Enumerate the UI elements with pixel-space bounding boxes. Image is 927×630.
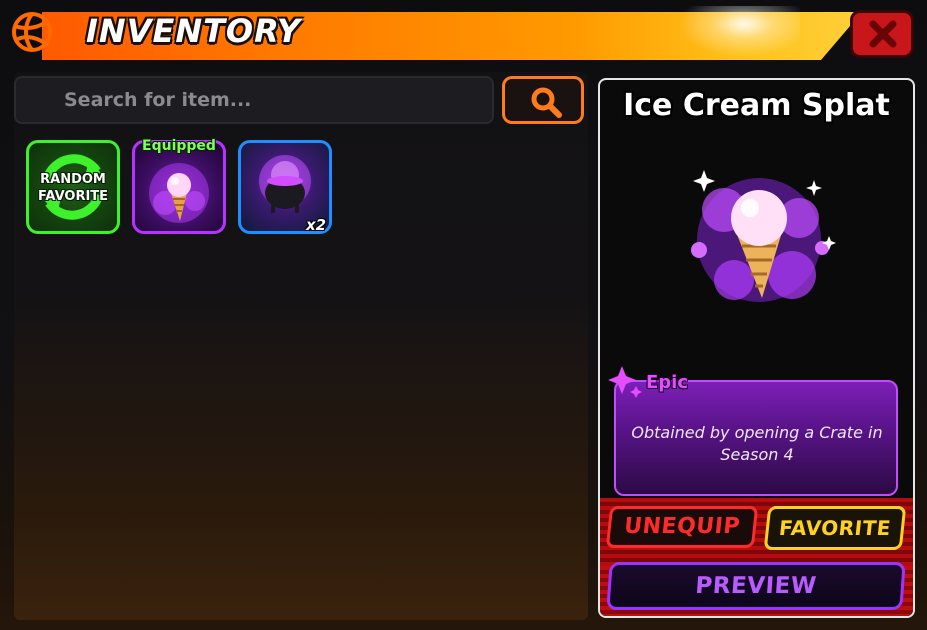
volleyball-icon — [12, 12, 52, 52]
slot-ice-cream-splat[interactable] — [132, 140, 226, 234]
slot-random-favorite[interactable]: RANDOM FAVORITE — [26, 140, 120, 234]
header-shine — [660, 6, 800, 66]
page-title: INVENTORY — [86, 12, 301, 50]
quantity-badge: x2 — [306, 216, 327, 234]
equipped-tag: Equipped — [142, 138, 216, 154]
item-description: Obtained by opening a Crate in Season 4 — [631, 423, 883, 464]
favorite-button[interactable]: FAVORITE — [763, 506, 907, 550]
search-icon — [531, 87, 562, 118]
unequip-button[interactable]: UNEQUIP — [605, 506, 759, 548]
close-button[interactable] — [850, 10, 914, 58]
rarity-label: Epic — [646, 372, 689, 393]
item-title: Ice Cream Splat — [623, 88, 890, 123]
search-field[interactable] — [14, 76, 494, 124]
slot-label: RANDOM FAVORITE — [38, 172, 109, 204]
preview-button[interactable]: PREVIEW — [606, 562, 906, 610]
ice-cream-splat-icon — [149, 163, 209, 223]
ice-cream-splat-icon — [691, 170, 836, 302]
sparkle-icon — [608, 366, 642, 398]
search-input[interactable] — [16, 78, 492, 122]
close-x-icon — [869, 20, 897, 48]
search-button[interactable] — [502, 76, 584, 124]
